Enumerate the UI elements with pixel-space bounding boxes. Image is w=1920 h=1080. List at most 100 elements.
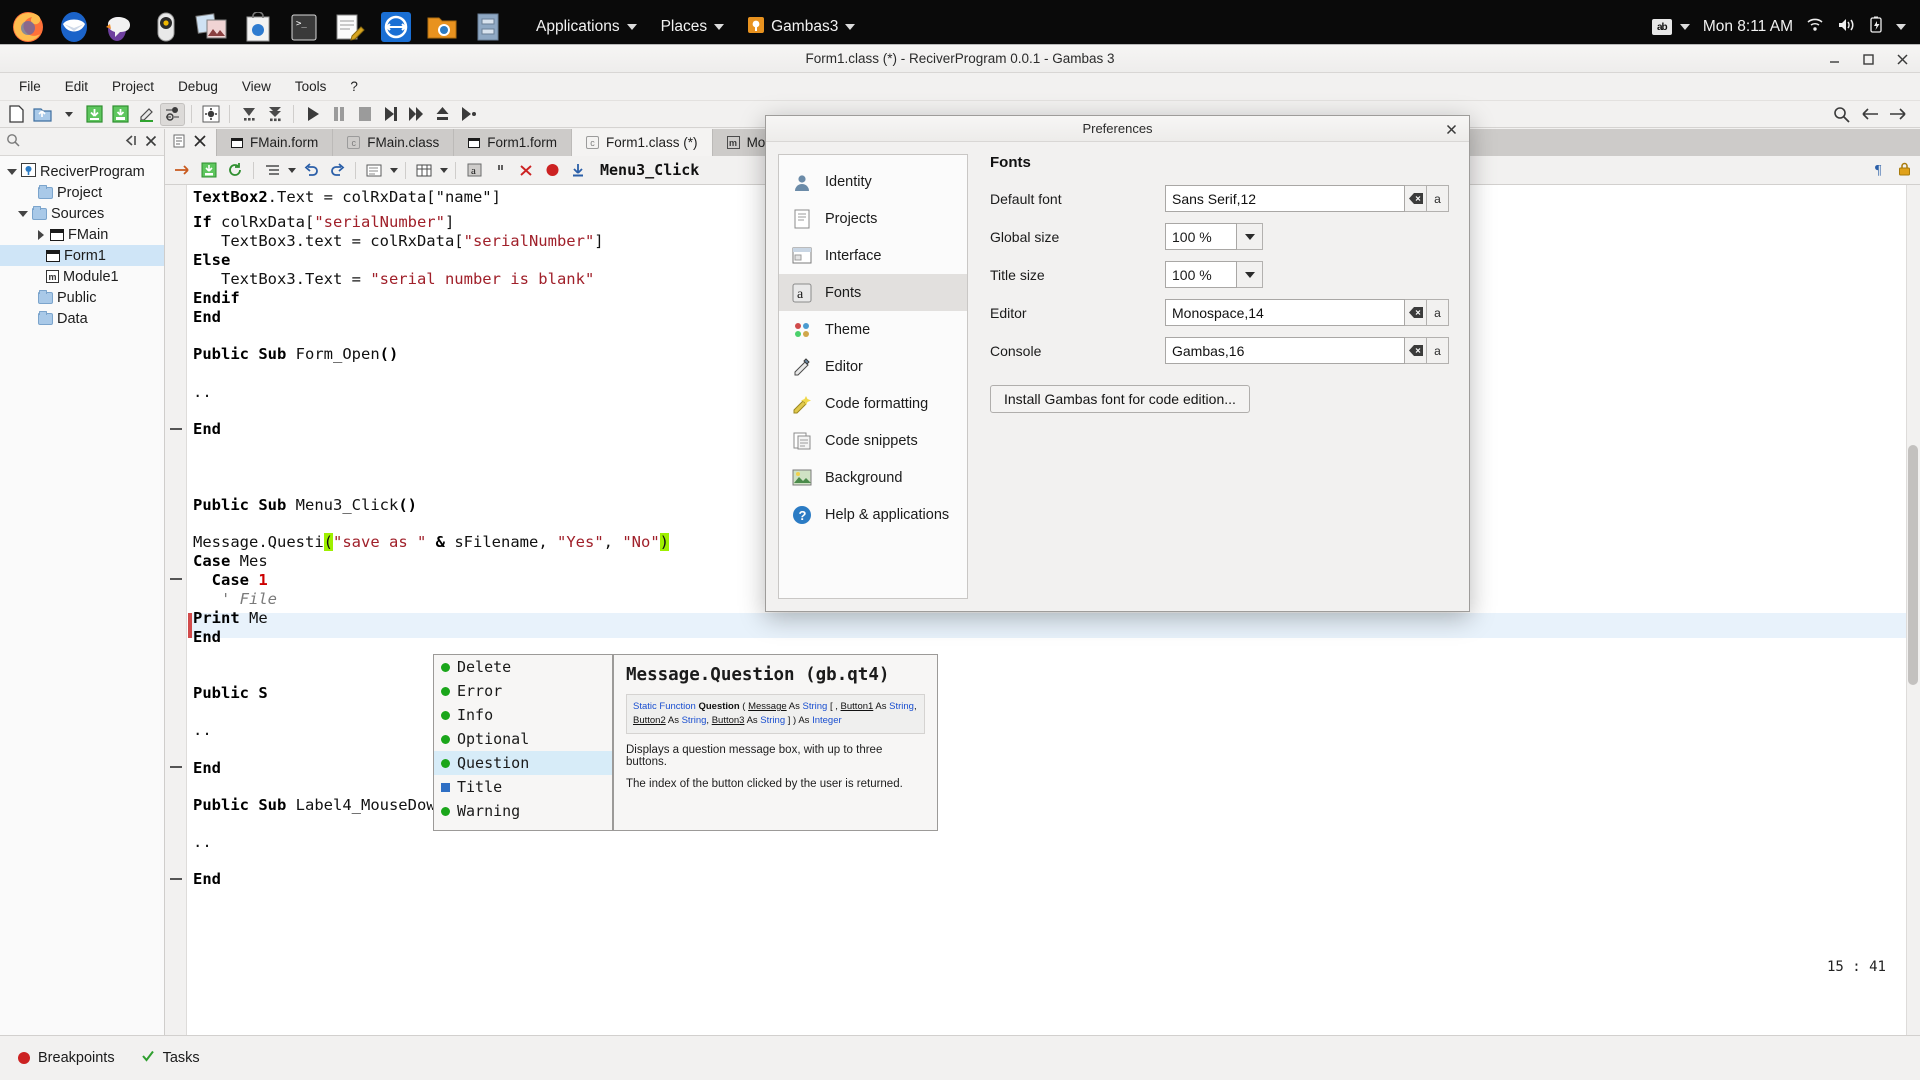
tree-item-fmain[interactable]: FMain [0,224,164,245]
autocomplete-item-title[interactable]: Title [434,775,612,799]
project-properties-icon[interactable] [160,102,185,126]
run-icon[interactable] [300,103,325,126]
prefs-nav-projects[interactable]: Projects [779,200,967,237]
edit-pencil-icon[interactable] [134,103,159,126]
prefs-nav-interface[interactable]: Interface [779,237,967,274]
settings-gear-icon[interactable] [198,103,223,126]
step-into-icon[interactable] [378,103,403,126]
menu-edit[interactable]: Edit [54,75,99,98]
software-store-icon[interactable] [236,5,280,49]
menu-tools[interactable]: Tools [284,75,338,98]
vertical-scrollbar[interactable] [1906,185,1920,1035]
prefs-nav-fonts[interactable]: a Fonts [779,274,967,311]
audio-player-icon[interactable] [144,5,188,49]
tab-form1-form[interactable]: Form1.form [454,129,573,156]
close-icon[interactable] [1443,121,1459,137]
teamviewer-icon[interactable] [374,5,418,49]
goto-icon[interactable] [171,159,195,181]
comment-icon[interactable] [362,159,386,181]
pause-icon[interactable] [326,103,351,126]
prefs-nav-background[interactable]: Background [779,459,967,496]
maximize-icon[interactable] [1860,51,1876,67]
choose-default-font-icon[interactable]: a [1427,185,1449,212]
open-project-icon[interactable] [30,103,55,126]
thunderbird-icon[interactable] [52,5,96,49]
battery-icon[interactable] [1869,16,1883,38]
clear-default-font-icon[interactable] [1405,185,1427,212]
menu-view[interactable]: View [231,75,282,98]
menu-debug[interactable]: Debug [167,75,229,98]
menu-project[interactable]: Project [101,75,165,98]
title-size-input[interactable]: 100 % [1165,261,1237,288]
breakpoint-icon[interactable] [540,159,564,181]
twisty-right-icon[interactable] [35,229,46,240]
firefox-icon[interactable] [6,5,50,49]
collapse-panel-icon[interactable] [123,134,138,150]
delete-icon[interactable] [514,159,538,181]
text-editor-icon[interactable] [328,5,372,49]
console-font-input[interactable]: Gambas,16 [1165,337,1405,364]
clear-console-font-icon[interactable] [1405,337,1427,364]
fold-marker[interactable] [170,578,182,580]
tree-item-module1[interactable]: m Module1 [0,266,164,287]
indent-dropdown-icon[interactable] [286,159,297,181]
tree-item-reciverprogram[interactable]: ReciverProgram [0,161,164,182]
terminal-icon[interactable]: >_ [282,5,326,49]
paragraph-icon[interactable]: ¶ [1873,161,1889,180]
arrow-right-icon[interactable] [1885,103,1910,126]
compile-all-icon[interactable] [262,103,287,126]
run-until-icon[interactable] [456,103,481,126]
quote-icon[interactable] [488,159,512,181]
tab-list-icon[interactable] [173,134,185,151]
search-icon[interactable] [1829,103,1854,126]
file-manager-icon[interactable] [420,5,464,49]
redo-icon[interactable] [325,159,349,181]
tree-item-sources[interactable]: Sources [0,203,164,224]
global-size-input[interactable]: 100 % [1165,223,1237,250]
fold-marker[interactable] [170,878,182,880]
menu-help[interactable]: ? [339,75,369,98]
prefs-nav-identity[interactable]: Identity [779,163,967,200]
twisty-down-icon[interactable] [17,210,28,217]
save-all-icon[interactable] [108,103,133,126]
install-gambas-font-button[interactable]: Install Gambas font for code edition... [990,385,1250,413]
prefs-nav-theme[interactable]: Theme [779,311,967,348]
menu-file[interactable]: File [8,75,52,98]
autocomplete-item-warning[interactable]: Warning [434,799,612,823]
autocomplete-item-delete[interactable]: Delete [434,655,612,679]
archive-manager-icon[interactable] [466,5,510,49]
arrow-left-icon[interactable] [1857,103,1882,126]
step-out-icon[interactable] [430,103,455,126]
open-project-dropdown-icon[interactable] [56,103,81,126]
close-tab-icon[interactable] [192,133,208,152]
close-icon[interactable] [1894,51,1910,67]
tree-item-form1[interactable]: Form1 [0,245,164,266]
indent-icon[interactable] [260,159,284,181]
prefs-nav-code-formatting[interactable]: Code formatting [779,385,967,422]
compile-icon[interactable] [236,103,261,126]
tree-item-project[interactable]: Project [0,182,164,203]
tab-fmain-class[interactable]: c FMain.class [333,129,455,156]
lock-icon[interactable] [1897,161,1912,180]
tree-item-data[interactable]: Data [0,308,164,329]
autocomplete-popup[interactable]: Delete Error Info Optional Question Titl… [433,654,613,831]
save-icon[interactable] [197,159,221,181]
minimize-icon[interactable] [1826,51,1842,67]
new-file-icon[interactable] [4,103,29,126]
prefs-nav-help-applications[interactable]: ? Help & applications [779,496,967,533]
table-dropdown-icon[interactable] [438,159,449,181]
wifi-icon[interactable] [1806,17,1824,37]
highlight-icon[interactable]: a [462,159,486,181]
autocomplete-item-optional[interactable]: Optional [434,727,612,751]
search-icon[interactable] [6,133,21,151]
autocomplete-item-info[interactable]: Info [434,703,612,727]
prefs-nav-code-snippets[interactable]: Code snippets [779,422,967,459]
default-font-input[interactable]: Sans Serif,12 [1165,185,1405,212]
volume-icon[interactable] [1837,17,1856,38]
image-viewer-icon[interactable] [190,5,234,49]
prefs-nav-editor[interactable]: Editor [779,348,967,385]
panel-menu-applications[interactable]: Applications [524,12,649,42]
autocomplete-item-error[interactable]: Error [434,679,612,703]
stop-icon[interactable] [352,103,377,126]
panel-menu-places[interactable]: Places [649,12,737,42]
